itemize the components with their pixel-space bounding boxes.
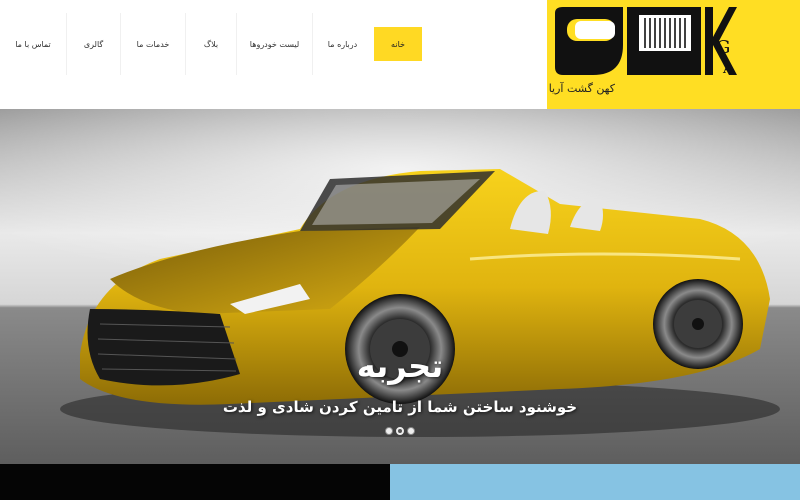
brand-logo[interactable]: G A کهن گشت آریا (547, 0, 800, 109)
brand-caption: کهن گشت آریا (548, 82, 615, 95)
nav-item-gallery[interactable]: گالری (66, 13, 120, 75)
nav-item-services[interactable]: خدمات ما (120, 13, 185, 75)
nav-item-car-list[interactable]: لیست خودروها (236, 13, 312, 75)
nav-item-contact[interactable]: تماس با ما (0, 13, 66, 75)
slider-dot-1[interactable] (385, 427, 393, 435)
nav-item-blog[interactable]: بلاگ (185, 13, 236, 75)
main-nav: خانه درباره ما لیست خودروها بلاگ خدمات م… (0, 13, 422, 75)
nav-item-home[interactable]: خانه (374, 27, 422, 61)
hero-subtitle: خوشنود ساختن شما از تامین کردن شادی و لذ… (222, 398, 578, 416)
nav-item-about[interactable]: درباره ما (312, 13, 372, 75)
hero-slider: تجربه خوشنود ساختن شما از تامین کردن شاد… (0, 109, 800, 464)
bottom-strip-blue (390, 464, 800, 500)
svg-text:G: G (716, 37, 730, 58)
svg-text:A: A (722, 61, 734, 77)
bottom-strip-dark (0, 464, 390, 500)
slider-dot-2[interactable] (396, 427, 404, 435)
site-header: خانه درباره ما لیست خودروها بلاگ خدمات م… (0, 0, 800, 109)
hero-title: تجربه (356, 347, 444, 385)
slider-dots (0, 427, 800, 435)
brand-logo-icon: G A (555, 7, 737, 77)
slider-dot-3[interactable] (407, 427, 415, 435)
